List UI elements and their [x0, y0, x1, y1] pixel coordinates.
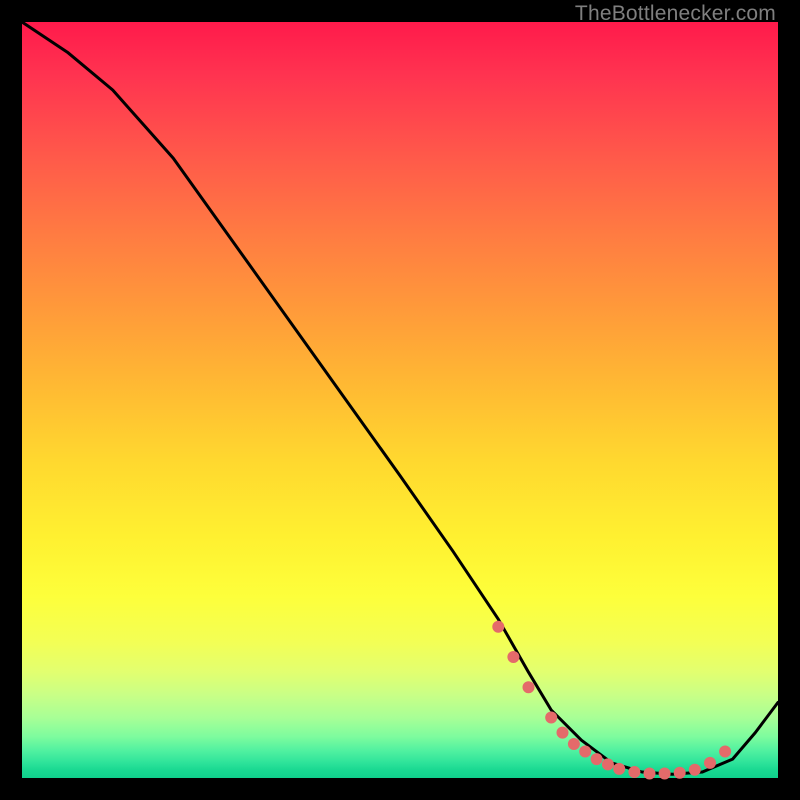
- bottleneck-curve: [22, 22, 778, 774]
- highlight-dot: [492, 621, 504, 633]
- highlight-dot: [523, 681, 535, 693]
- highlight-dot: [557, 727, 569, 739]
- gradient-plot-area: [22, 22, 778, 778]
- highlight-dot: [704, 757, 716, 769]
- highlight-dot: [545, 712, 557, 724]
- highlight-dot: [507, 651, 519, 663]
- highlight-dot: [659, 768, 671, 780]
- watermark-text: TheBottlenecker.com: [575, 2, 776, 26]
- highlight-dot: [674, 767, 686, 779]
- highlight-dot: [689, 764, 701, 776]
- highlight-dot: [644, 768, 656, 780]
- highlight-dot: [591, 753, 603, 765]
- highlight-dots-group: [492, 621, 731, 780]
- highlight-dot: [579, 746, 591, 758]
- highlight-dot: [719, 746, 731, 758]
- curve-svg: [22, 22, 778, 778]
- highlight-dot: [613, 763, 625, 775]
- highlight-dot: [628, 766, 640, 778]
- highlight-dot: [568, 738, 580, 750]
- chart-stage: TheBottlenecker.com: [0, 0, 800, 800]
- highlight-dot: [602, 758, 614, 770]
